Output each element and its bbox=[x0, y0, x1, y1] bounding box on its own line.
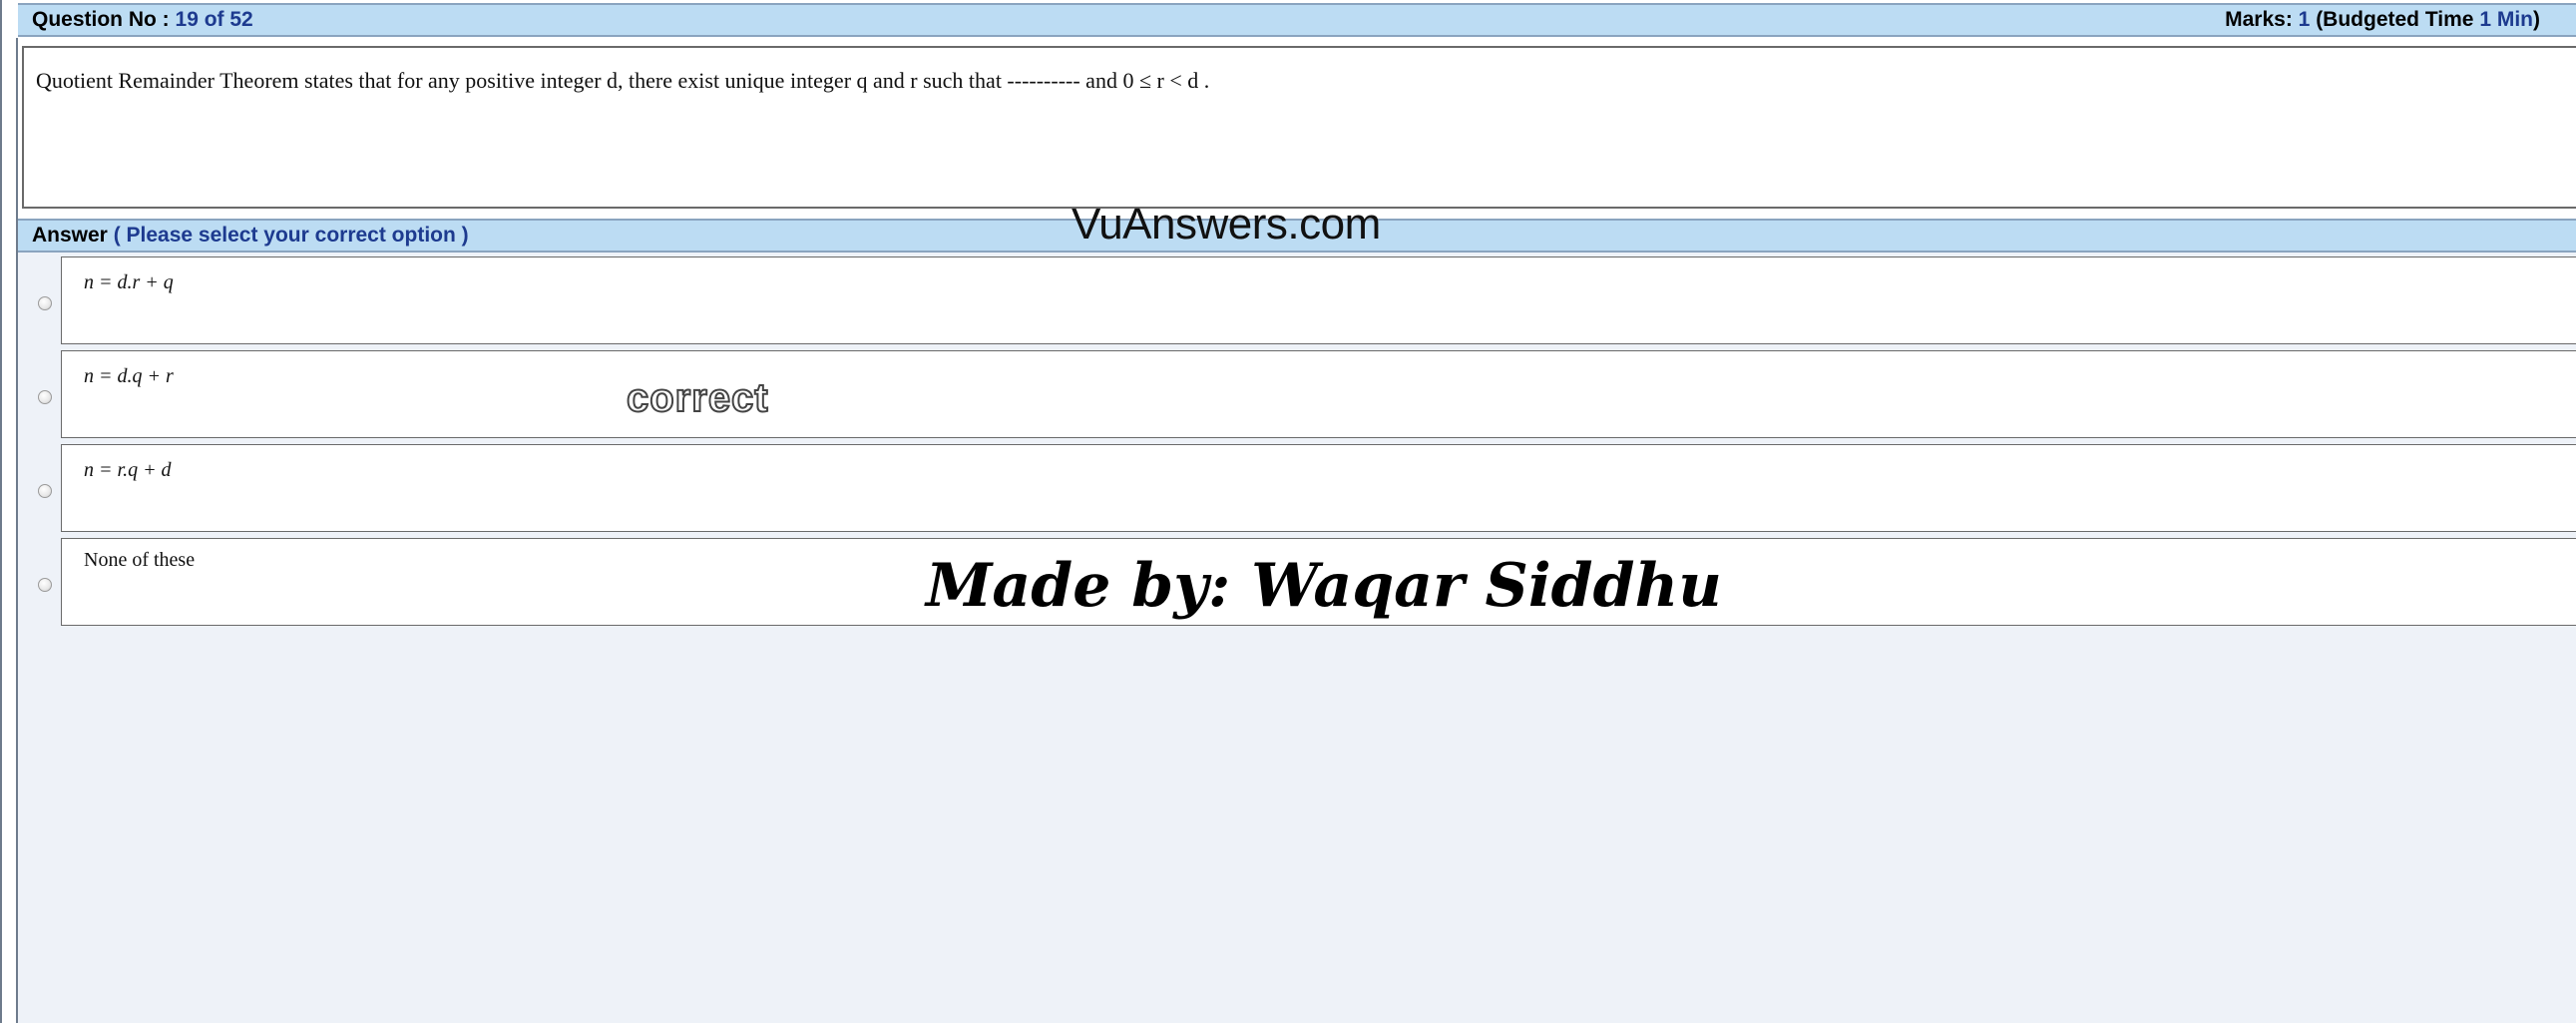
marks-info: Marks: 1 (Budgeted Time 1 Min) bbox=[2225, 5, 2540, 35]
question-text: Quotient Remainder Theorem states that f… bbox=[36, 68, 1210, 93]
marks-value: 1 bbox=[2298, 8, 2311, 31]
option-1-box[interactable]: n = d.r + q bbox=[61, 256, 2576, 344]
quiz-page: Question No : 19 of 52 Marks: 1 (Budgete… bbox=[0, 0, 2576, 1023]
option-4-text: None of these bbox=[84, 549, 196, 571]
option-1-radio[interactable] bbox=[38, 296, 52, 310]
question-box: Quotient Remainder Theorem states that f… bbox=[22, 46, 2576, 209]
budget-open: (Budgeted Time bbox=[2316, 8, 2474, 31]
author-watermark: Made by: Waqar Siddhu bbox=[926, 551, 1722, 621]
question-header-bar: Question No : 19 of 52 Marks: 1 (Budgete… bbox=[18, 3, 2576, 37]
marks-label: Marks: bbox=[2225, 8, 2293, 31]
option-row-1[interactable]: n = d.r + q bbox=[18, 256, 2576, 348]
option-row-3[interactable]: n = r.q + d bbox=[18, 444, 2576, 536]
option-4-radio[interactable] bbox=[38, 578, 52, 592]
answer-options-area: n = d.r + q n = d.q + r n = r.q + d None… bbox=[18, 253, 2576, 1023]
option-2-text: n = d.q + r bbox=[84, 365, 174, 387]
budget-time-value: 1 Min bbox=[2479, 8, 2533, 31]
option-1-text: n = d.r + q bbox=[84, 271, 174, 293]
answer-instruction: ( Please select your correct option ) bbox=[113, 224, 469, 247]
budget-close: ) bbox=[2533, 8, 2540, 31]
page-left-border bbox=[0, 0, 2, 1023]
option-3-radio[interactable] bbox=[38, 484, 52, 498]
site-watermark: VuAnswers.com bbox=[1072, 200, 1381, 249]
option-3-text: n = r.q + d bbox=[84, 459, 172, 481]
question-label: Question No : bbox=[32, 8, 170, 31]
answer-label: Answer bbox=[32, 224, 108, 247]
question-number: 19 of 52 bbox=[175, 8, 253, 31]
option-3-box[interactable]: n = r.q + d bbox=[61, 444, 2576, 532]
option-2-radio[interactable] bbox=[38, 390, 52, 404]
correct-watermark: correct bbox=[626, 375, 769, 421]
option-2-box[interactable]: n = d.q + r bbox=[61, 350, 2576, 438]
option-row-2[interactable]: n = d.q + r bbox=[18, 350, 2576, 442]
